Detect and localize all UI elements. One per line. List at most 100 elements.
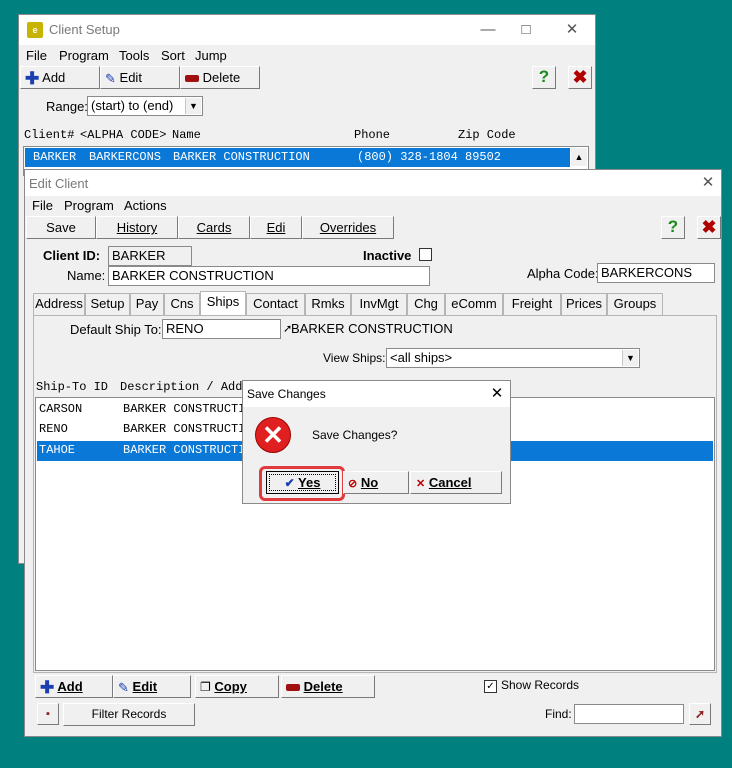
menu-file[interactable]: File <box>32 198 53 213</box>
default-ship-field[interactable]: RENO <box>162 319 281 339</box>
yes-label: Yes <box>298 475 321 490</box>
pencil-icon: ✎ <box>118 680 129 696</box>
tab-label: Pay <box>135 296 159 311</box>
question-icon: ? <box>667 217 679 236</box>
no-label: No <box>360 475 379 490</box>
tab-chg[interactable]: Chg <box>407 293 445 315</box>
edi-button[interactable]: Edi <box>250 216 302 239</box>
ship-edit-button[interactable]: ✎ Edit <box>113 675 191 698</box>
edit-button[interactable]: ✎ Edit <box>100 66 180 89</box>
tab-rmks[interactable]: Rmks <box>305 293 351 315</box>
save-button[interactable]: Save <box>26 216 96 239</box>
tab-label: Groups <box>613 296 657 311</box>
tab-prices[interactable]: Prices <box>561 293 607 315</box>
alpha-code-field[interactable]: BARKERCONS <box>597 263 715 283</box>
filter-label: Filter Records <box>91 707 167 721</box>
chevron-down-icon: ▼ <box>622 350 638 366</box>
client-list-header: Client# <ALPHA CODE> Name Phone Zip Code <box>24 128 584 144</box>
tab-label: Address <box>35 296 83 311</box>
menu-program[interactable]: Program <box>64 198 114 213</box>
show-records-label: Show Records <box>501 678 580 692</box>
save-changes-dialog: Save Changes ✕ ✕ Save Changes? ✔ Yes ⊘ N… <box>242 380 511 504</box>
copy-icon: ❐ <box>200 680 211 695</box>
copy-label: Copy <box>214 679 247 694</box>
maximize-button[interactable]: □ <box>515 19 537 41</box>
menu-tools[interactable]: Tools <box>119 48 149 63</box>
cancel-button[interactable]: ✕ Cancel <box>410 471 502 494</box>
close-button[interactable]: ✕ <box>561 19 583 41</box>
menu-jump[interactable]: Jump <box>195 48 227 63</box>
menu-program[interactable]: Program <box>59 48 109 63</box>
default-ship-label: Default Ship To: <box>70 322 162 337</box>
scroll-up-arrow[interactable]: ▲ <box>571 148 587 166</box>
close-button[interactable]: ✕ <box>697 172 719 194</box>
tab-ecomm[interactable]: eComm <box>445 293 503 315</box>
delete-button[interactable]: Delete <box>180 66 260 89</box>
overrides-button[interactable]: Overrides <box>302 216 394 239</box>
ship-id-cell: RENO <box>39 422 68 436</box>
client-cell: BARKER <box>33 150 77 164</box>
minimize-button[interactable]: — <box>477 19 499 41</box>
name-field[interactable]: BARKER CONSTRUCTION <box>108 266 430 286</box>
red-x-icon: ✖ <box>701 217 717 237</box>
tab-ships[interactable]: Ships <box>200 291 246 315</box>
find-input[interactable] <box>574 704 684 724</box>
table-row[interactable]: BARKER BARKERCONS BARKER CONSTRUCTION (8… <box>25 148 570 167</box>
edit-label: Edit <box>132 679 158 694</box>
name-label: Name: <box>67 268 106 283</box>
ship-add-button[interactable]: ✚ Add <box>35 675 113 698</box>
tab-strip: Address Setup Pay Cns Ships Contact Rmks… <box>33 291 717 315</box>
edit-client-titlebar[interactable]: Edit Client ✕ <box>25 170 721 196</box>
history-label: History <box>116 220 158 235</box>
inactive-label: Inactive <box>363 248 412 263</box>
exit-button[interactable]: ✖ <box>697 216 721 239</box>
client-setup-titlebar[interactable]: e Client Setup — □ ✕ <box>19 15 595 45</box>
tab-setup[interactable]: Setup <box>85 293 130 315</box>
delete-label: Delete <box>202 70 241 85</box>
col-client: Client# <box>24 128 75 142</box>
menu-actions[interactable]: Actions <box>124 198 167 213</box>
range-select[interactable]: (start) to (end) ▼ <box>87 96 203 116</box>
tab-invmgt[interactable]: InvMgt <box>351 293 407 315</box>
dialog-titlebar[interactable]: Save Changes ✕ <box>243 381 510 407</box>
tab-freight[interactable]: Freight <box>503 293 561 315</box>
check-icon: ✔ <box>284 476 295 490</box>
cards-label: Cards <box>196 220 232 235</box>
tab-cns[interactable]: Cns <box>164 293 200 315</box>
filter-icon-button[interactable]: ▪ <box>37 703 59 725</box>
ship-delete-button[interactable]: Delete <box>281 675 375 698</box>
tab-address[interactable]: Address <box>33 293 85 315</box>
filter-records-button[interactable]: Filter Records <box>63 703 195 726</box>
chevron-down-icon: ▼ <box>185 98 201 114</box>
eraser-icon <box>185 75 199 83</box>
view-ships-value: <all ships> <box>390 350 453 365</box>
tab-groups[interactable]: Groups <box>607 293 663 315</box>
help-button[interactable]: ? <box>532 66 556 89</box>
inactive-checkbox[interactable] <box>419 248 432 261</box>
window-title: Client Setup <box>49 22 120 37</box>
tab-pay[interactable]: Pay <box>130 293 164 315</box>
tab-label: Prices <box>565 296 603 311</box>
history-button[interactable]: History <box>96 216 178 239</box>
client-id-field: BARKER <box>108 246 192 266</box>
menu-sort[interactable]: Sort <box>161 48 185 63</box>
edit-label: Edit <box>119 70 142 85</box>
cards-button[interactable]: Cards <box>178 216 250 239</box>
help-button[interactable]: ? <box>661 216 685 239</box>
ship-copy-button[interactable]: ❐ Copy <box>195 675 279 698</box>
show-records-checkbox[interactable]: ✓ <box>484 680 497 693</box>
menu-file[interactable]: File <box>26 48 47 63</box>
find-go-button[interactable]: ➚ <box>689 703 711 725</box>
exit-button[interactable]: ✖ <box>568 66 592 89</box>
plus-icon: ✚ <box>40 678 55 698</box>
col-description: Description / Addr <box>120 380 250 394</box>
view-ships-label: View Ships: <box>323 351 386 365</box>
add-button[interactable]: ✚ Add <box>20 66 100 89</box>
no-button[interactable]: ⊘ No <box>343 471 409 494</box>
view-ships-select[interactable]: <all ships> ▼ <box>386 348 640 368</box>
pencil-icon: ✎ <box>105 71 116 87</box>
tab-contact[interactable]: Contact <box>246 293 305 315</box>
yes-button[interactable]: ✔ Yes <box>266 471 339 494</box>
close-button[interactable]: ✕ <box>486 383 508 405</box>
col-name: Name <box>172 128 201 142</box>
